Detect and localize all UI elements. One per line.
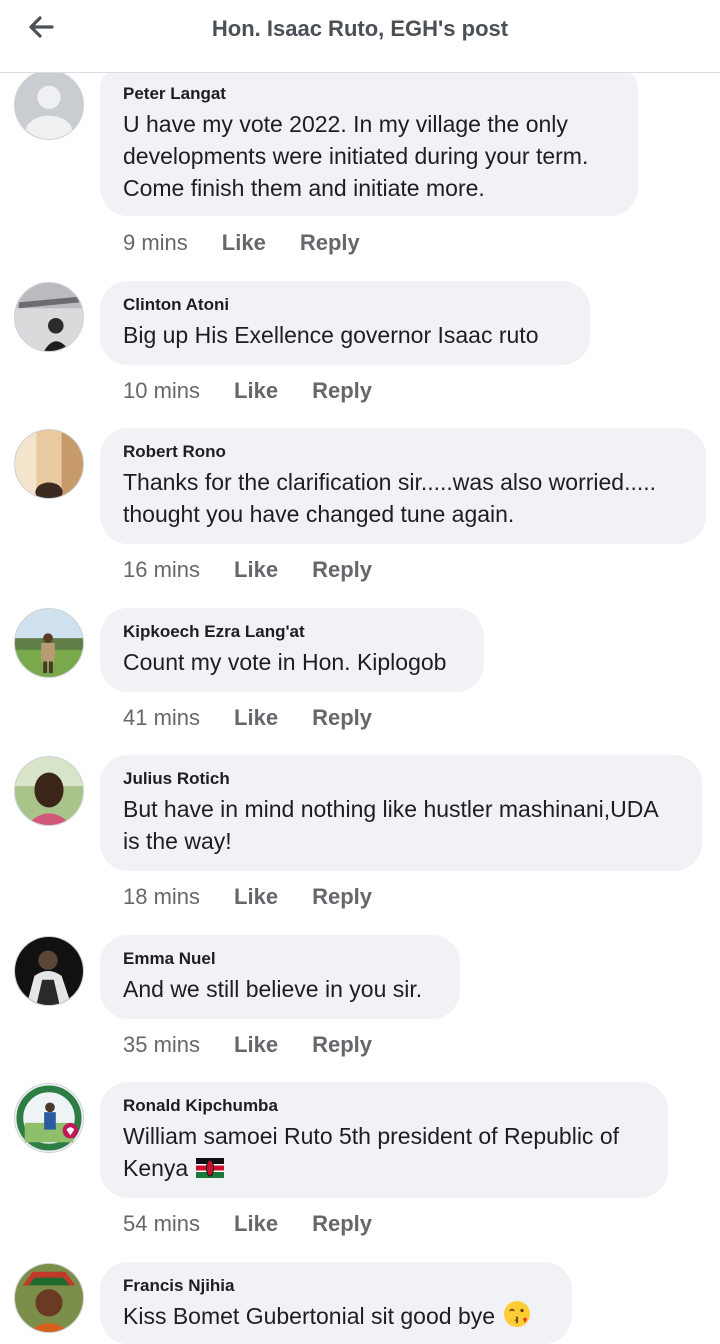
reply-button[interactable]: Reply — [312, 378, 372, 404]
reply-button[interactable]: Reply — [312, 557, 372, 583]
comment-time: 9 mins — [123, 230, 188, 255]
comment-bubble: Clinton Atoni Big up His Exellence gover… — [100, 281, 590, 365]
comment-actions: 16 mins Like Reply — [123, 557, 372, 583]
profile-photo — [15, 283, 83, 351]
profile-photo — [15, 430, 83, 498]
like-button[interactable]: Like — [222, 230, 266, 256]
avatar[interactable] — [14, 608, 84, 678]
page-title: Hon. Isaac Ruto, EGH's post — [211, 16, 509, 41]
avatar[interactable] — [14, 1083, 84, 1153]
reply-button[interactable]: Reply — [312, 1211, 372, 1237]
comment-text: William samoei Ruto 5th president of Rep… — [123, 1120, 645, 1186]
like-button[interactable]: Like — [234, 557, 278, 583]
avatar[interactable] — [14, 70, 84, 140]
comment-text: Kiss Bomet Gubertonial sit good bye — [123, 1300, 549, 1336]
like-button[interactable]: Like — [234, 884, 278, 910]
comment-bubble: Francis Njihia Kiss Bomet Gubertonial si… — [100, 1262, 572, 1344]
profile-photo — [15, 757, 83, 825]
reply-button[interactable]: Reply — [312, 705, 372, 731]
comment-bubble: Emma Nuel And we still believe in you si… — [100, 935, 460, 1019]
comment-text: U have my vote 2022. In my village the o… — [123, 111, 589, 201]
profile-photo — [15, 1084, 83, 1152]
reply-button[interactable]: Reply — [300, 230, 360, 256]
comment-text: Big up His Exellence governor Isaac ruto — [123, 322, 539, 348]
comment-time: 54 mins — [123, 1211, 201, 1236]
comment-author[interactable]: Clinton Atoni — [123, 295, 567, 315]
comment-author[interactable]: Kipkoech Ezra Lang'at — [123, 622, 461, 642]
comment-bubble: Peter Langat U have my vote 2022. In my … — [100, 70, 638, 216]
comment-author[interactable]: Emma Nuel — [123, 949, 437, 969]
comment-actions: 10 mins Like Reply — [123, 378, 372, 404]
comment-actions: 9 mins Like Reply — [123, 230, 360, 256]
profile-photo — [15, 609, 83, 677]
comment-time: 16 mins — [123, 557, 201, 582]
comment-bubble: Ronald Kipchumba William samoei Ruto 5th… — [100, 1082, 668, 1198]
comment-time: 41 mins — [123, 705, 201, 730]
comment-time: 10 mins — [123, 378, 201, 403]
comment-actions: 35 mins Like Reply — [123, 1032, 372, 1058]
profile-photo — [15, 937, 83, 1005]
comment-bubble: Kipkoech Ezra Lang'at Count my vote in H… — [100, 608, 484, 692]
comment-actions: 54 mins Like Reply — [123, 1211, 372, 1237]
comment-text: But have in mind nothing like hustler ma… — [123, 796, 658, 854]
avatar[interactable] — [14, 1263, 84, 1333]
like-button[interactable]: Like — [234, 1211, 278, 1237]
comment-text: Count my vote in Hon. Kiplogob — [123, 649, 447, 675]
comment-time: 35 mins — [123, 1032, 201, 1057]
comment-actions: 41 mins Like Reply — [123, 705, 372, 731]
avatar[interactable] — [14, 756, 84, 826]
like-button[interactable]: Like — [234, 705, 278, 731]
comment-text: And we still believe in you sir. — [123, 976, 423, 1002]
default-avatar-icon — [15, 71, 83, 139]
comment-bubble: Julius Rotich But have in mind nothing l… — [100, 755, 702, 871]
top-bar: Hon. Isaac Ruto, EGH's post — [0, 0, 720, 73]
comment-text-content: Kiss Bomet Gubertonial sit good bye — [123, 1303, 496, 1330]
like-button[interactable]: Like — [234, 1032, 278, 1058]
kenya-flag-icon — [196, 1154, 225, 1186]
comment-bubble: Robert Rono Thanks for the clarification… — [100, 428, 706, 544]
comment-author[interactable]: Peter Langat — [123, 84, 615, 104]
comment-author[interactable]: Robert Rono — [123, 442, 683, 462]
reply-button[interactable]: Reply — [312, 1032, 372, 1058]
comment-text: Thanks for the clarification sir.....was… — [123, 469, 657, 527]
avatar[interactable] — [14, 936, 84, 1006]
comment-author[interactable]: Ronald Kipchumba — [123, 1096, 645, 1116]
comment-actions: 18 mins Like Reply — [123, 884, 372, 910]
avatar[interactable] — [14, 429, 84, 499]
comment-author[interactable]: Julius Rotich — [123, 769, 679, 789]
profile-photo — [15, 1264, 83, 1332]
reply-button[interactable]: Reply — [312, 884, 372, 910]
kissing-face-icon — [503, 1300, 531, 1336]
avatar[interactable] — [14, 282, 84, 352]
comment-author[interactable]: Francis Njihia — [123, 1276, 549, 1296]
comment-time: 18 mins — [123, 884, 201, 909]
like-button[interactable]: Like — [234, 378, 278, 404]
